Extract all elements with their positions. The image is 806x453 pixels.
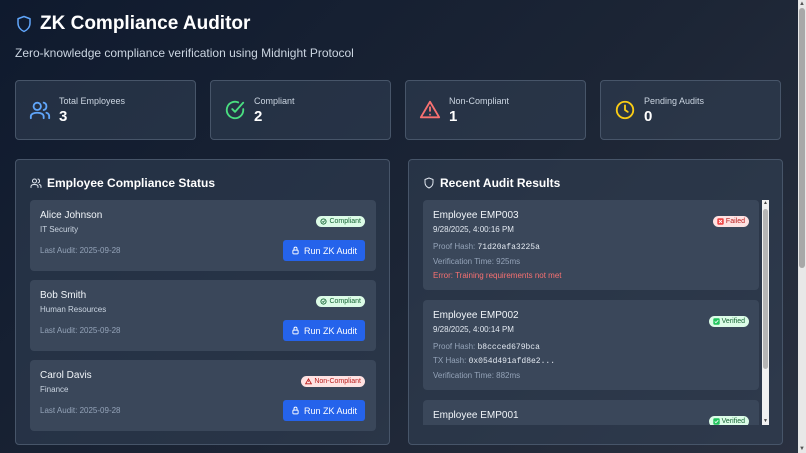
employee-name: Alice Johnson bbox=[40, 210, 103, 221]
audit-results-list[interactable]: Employee EMP003 9/28/2025, 4:00:16 PM Fa… bbox=[423, 200, 769, 425]
proof-hash-label: Proof Hash: bbox=[433, 242, 476, 251]
scrollbar-thumb[interactable] bbox=[799, 8, 805, 268]
button-label: Run ZK Audit bbox=[303, 405, 358, 416]
alert-triangle-icon bbox=[419, 100, 441, 119]
run-zk-audit-button[interactable]: Run ZK Audit bbox=[283, 400, 365, 421]
check-box-icon bbox=[712, 318, 720, 325]
proof-hash-value: b8ccced679bca bbox=[477, 343, 540, 352]
shield-icon bbox=[424, 177, 434, 189]
x-mark-icon bbox=[717, 218, 724, 225]
button-label: Run ZK Audit bbox=[303, 325, 358, 336]
scroll-up-arrow-icon[interactable]: ▲ bbox=[762, 200, 769, 207]
status-badge: Non-Compliant bbox=[301, 376, 365, 387]
stat-value: 2 bbox=[254, 107, 263, 125]
check-circle-icon bbox=[320, 298, 328, 305]
scrollbar-thumb[interactable] bbox=[763, 209, 768, 369]
lock-icon bbox=[292, 246, 299, 255]
panel-title-text: Employee Compliance Status bbox=[47, 176, 216, 190]
stat-value: 1 bbox=[449, 107, 458, 125]
panel-title: Recent Audit Results bbox=[423, 176, 560, 190]
stat-label: Compliant bbox=[254, 95, 295, 106]
check-circle-icon bbox=[320, 218, 328, 225]
status-badge: Compliant bbox=[316, 296, 365, 307]
last-audit-date: Last Audit: 2025-09-28 bbox=[40, 326, 121, 335]
status-badge-label: Compliant bbox=[329, 298, 361, 305]
audit-error: Error: Training requirements not met bbox=[433, 271, 562, 280]
audit-timestamp: 9/28/2025, 4:00:14 PM bbox=[433, 325, 514, 334]
audit-result-card: Employee EMP003 9/28/2025, 4:00:16 PM Fa… bbox=[423, 200, 759, 290]
audit-results-panel: Recent Audit Results Employee EMP003 9/2… bbox=[408, 159, 783, 445]
last-audit-date: Last Audit: 2025-09-28 bbox=[40, 246, 121, 255]
stat-value: 3 bbox=[59, 107, 68, 125]
button-label: Run ZK Audit bbox=[303, 245, 358, 256]
run-zk-audit-button[interactable]: Run ZK Audit bbox=[283, 240, 365, 261]
status-badge-label: Non-Compliant bbox=[314, 378, 361, 385]
employee-card: Bob Smith Human Resources Last Audit: 20… bbox=[30, 280, 376, 351]
panel-title: Employee Compliance Status bbox=[30, 176, 215, 190]
status-badge-label: Failed bbox=[725, 218, 745, 225]
audit-result-card: Employee EMP001 Verified bbox=[423, 400, 759, 425]
lock-icon bbox=[292, 326, 299, 335]
stat-non-compliant: Non-Compliant 1 bbox=[405, 80, 586, 140]
proof-hash-label: Proof Hash: bbox=[433, 342, 476, 351]
scroll-down-arrow-icon[interactable]: ▼ bbox=[798, 445, 806, 453]
page-title: ZK Compliance Auditor bbox=[40, 13, 251, 34]
status-badge: Compliant bbox=[316, 216, 365, 227]
employee-department: Human Resources bbox=[40, 305, 107, 314]
proof-hash-row: Proof Hash: b8ccced679bca bbox=[433, 342, 540, 352]
stat-label: Total Employees bbox=[59, 95, 126, 106]
employee-card: Carol Davis Finance Last Audit: 2025-09-… bbox=[30, 360, 376, 431]
verification-time: Verification Time: 925ms bbox=[433, 257, 521, 266]
app-root: ZK Compliance Auditor Zero-knowledge com… bbox=[0, 0, 798, 453]
employee-department: IT Security bbox=[40, 225, 79, 234]
proof-hash-value: 71d20afa3225a bbox=[477, 243, 540, 252]
audit-result-card: Employee EMP002 9/28/2025, 4:00:14 PM Ve… bbox=[423, 300, 759, 390]
panel-title-text: Recent Audit Results bbox=[440, 176, 561, 190]
status-badge: Failed bbox=[712, 216, 749, 227]
audit-list-scrollbar[interactable]: ▲ ▼ bbox=[762, 200, 769, 425]
shield-icon bbox=[17, 15, 31, 33]
status-badge-label: Compliant bbox=[329, 218, 361, 225]
stat-label: Pending Audits bbox=[644, 95, 705, 106]
scroll-up-arrow-icon[interactable]: ▲ bbox=[798, 0, 806, 8]
last-audit-date: Last Audit: 2025-09-28 bbox=[40, 406, 121, 415]
employee-name: Bob Smith bbox=[40, 290, 87, 301]
verification-time: Verification Time: 882ms bbox=[433, 371, 521, 380]
clock-icon bbox=[615, 100, 635, 120]
app-header: ZK Compliance Auditor bbox=[15, 13, 250, 35]
status-badge-label: Verified bbox=[721, 418, 745, 425]
tx-hash-row: TX Hash: 0x054d491afd8e2... bbox=[433, 356, 555, 366]
status-badge-label: Verified bbox=[721, 318, 745, 325]
run-zk-audit-button[interactable]: Run ZK Audit bbox=[283, 320, 365, 341]
stat-total-employees: Total Employees 3 bbox=[15, 80, 196, 140]
check-circle-icon bbox=[225, 100, 245, 120]
employee-department: Finance bbox=[40, 385, 69, 394]
status-badge: Verified bbox=[708, 316, 749, 327]
employee-name: Carol Davis bbox=[40, 370, 92, 381]
stat-compliant: Compliant 2 bbox=[210, 80, 391, 140]
audit-employee: Employee EMP002 bbox=[433, 310, 519, 321]
scroll-down-arrow-icon[interactable]: ▼ bbox=[762, 418, 769, 425]
employee-status-panel: Employee Compliance Status Alice Johnson… bbox=[15, 159, 390, 445]
audit-timestamp: 9/28/2025, 4:00:16 PM bbox=[433, 225, 514, 234]
proof-hash-row: Proof Hash: 71d20afa3225a bbox=[433, 242, 540, 252]
page-subtitle: Zero-knowledge compliance verification u… bbox=[15, 46, 354, 60]
alert-triangle-icon bbox=[305, 378, 313, 385]
audit-employee: Employee EMP001 bbox=[433, 410, 519, 421]
stat-pending-audits: Pending Audits 0 bbox=[600, 80, 781, 140]
employee-card: Alice Johnson IT Security Last Audit: 20… bbox=[30, 200, 376, 271]
tx-hash-label: TX Hash: bbox=[433, 356, 467, 365]
page-scrollbar[interactable]: ▲ ▼ bbox=[798, 0, 806, 453]
stat-label: Non-Compliant bbox=[449, 95, 510, 106]
check-box-icon bbox=[712, 418, 720, 425]
stat-value: 0 bbox=[644, 107, 653, 125]
tx-hash-value: 0x054d491afd8e2... bbox=[468, 357, 555, 366]
audit-employee: Employee EMP003 bbox=[433, 210, 519, 221]
lock-icon bbox=[292, 406, 299, 415]
stats-row: Total Employees 3 Compliant 2 Non-Compli… bbox=[15, 80, 781, 140]
users-icon bbox=[30, 178, 42, 188]
users-icon bbox=[29, 101, 51, 120]
status-badge: Verified bbox=[708, 416, 749, 425]
